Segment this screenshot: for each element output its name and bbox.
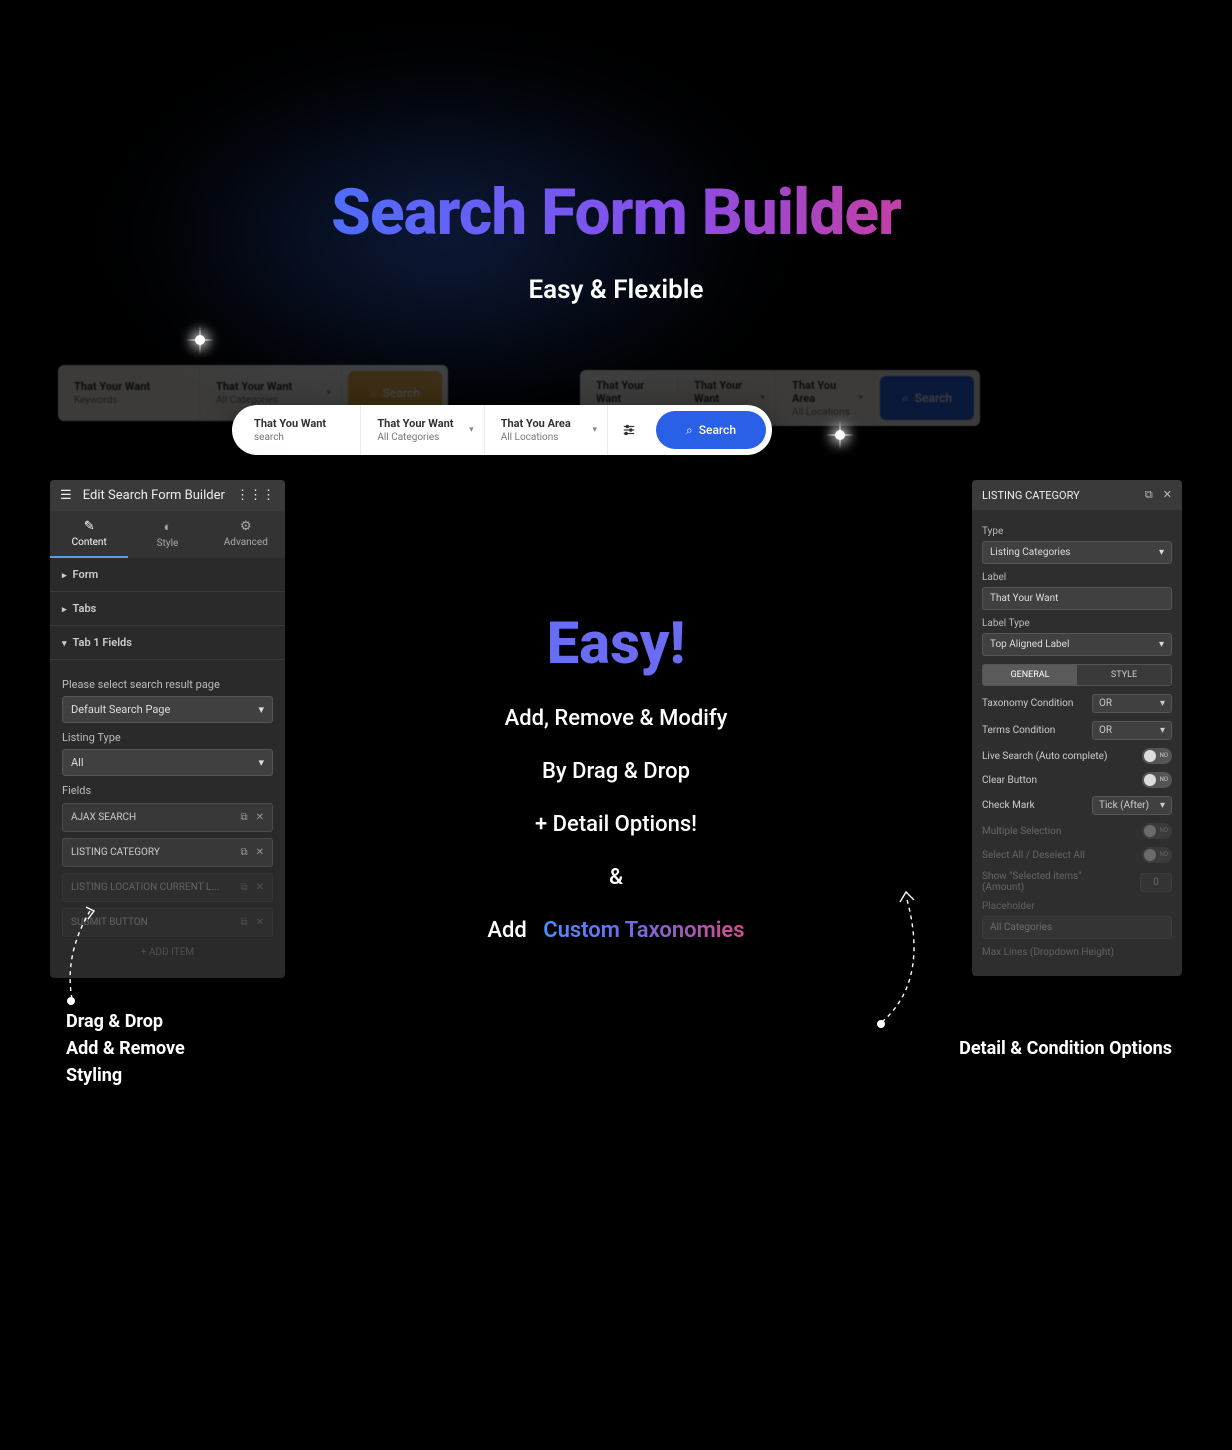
tab-style[interactable]: ◐ Style (128, 511, 206, 558)
chevron-down-icon: ▾ (1159, 639, 1164, 650)
taxonomy-condition-select[interactable]: OR ▾ (1092, 694, 1172, 713)
show-selected-label: Show "Selected items" (Amount) (982, 871, 1102, 893)
field-label: That You Area (792, 379, 857, 405)
field-label: That Your Want (377, 417, 467, 430)
category-select[interactable]: All Categories (377, 432, 467, 443)
options-panel-title: LISTING CATEGORY (982, 489, 1080, 502)
clear-button-label: Clear Button (982, 775, 1037, 786)
chevron-down-icon: ▾ (1159, 547, 1164, 558)
chevron-down-icon: ▾ (469, 425, 474, 435)
terms-condition-label: Terms Condition (982, 725, 1055, 736)
panel-title: Edit Search Form Builder (83, 488, 225, 503)
search-button-label: Search (699, 423, 736, 437)
search-button-label: Search (383, 386, 420, 400)
search-icon: ⌕ (686, 423, 693, 438)
segment-control: GENERAL STYLE (982, 664, 1172, 686)
caption-line: Drag & Drop (66, 1008, 185, 1035)
terms-condition-select[interactable]: OR ▾ (1092, 721, 1172, 740)
field-label: That Your Want (216, 380, 325, 393)
placeholder-input[interactable]: All Categories (982, 916, 1172, 939)
close-icon[interactable]: ✕ (1163, 488, 1172, 502)
field-label: That Your Want (694, 379, 759, 405)
max-lines-label: Max Lines (Dropdown Height) (982, 947, 1172, 958)
menu-icon[interactable]: ☰ (60, 488, 72, 503)
accordion-form[interactable]: Form (50, 558, 285, 592)
search-button[interactable]: ⌕ Search (656, 411, 766, 449)
hero-title: Search Form Builder (0, 175, 1232, 250)
filter-icon[interactable] (608, 405, 650, 455)
tab-label: Advanced (224, 537, 268, 548)
search-button[interactable]: ⌕ Search (880, 376, 974, 420)
tab-content[interactable]: ✎ Content (50, 511, 128, 558)
label-label: Label (982, 572, 1172, 583)
keyword-input[interactable]: search (254, 432, 344, 443)
tab-advanced[interactable]: ⚙ Advanced (207, 511, 285, 558)
select-all-toggle[interactable]: NO (1142, 847, 1172, 863)
search-bar-main: That You Want search That Your Want All … (232, 405, 772, 455)
label-type-label: Label Type (982, 618, 1172, 629)
select-value: OR (1099, 725, 1112, 736)
arrow-dot (877, 1020, 885, 1028)
caption-left: Drag & Drop Add & Remove Styling (66, 1008, 185, 1089)
chevron-down-icon: ▾ (327, 388, 332, 398)
panel-tabs: ✎ Content ◐ Style ⚙ Advanced (50, 511, 285, 558)
pencil-icon: ✎ (50, 519, 128, 534)
search-icon: ⌕ (902, 391, 909, 406)
check-mark-label: Check Mark (982, 800, 1035, 811)
select-value: Tick (After) (1099, 800, 1149, 811)
type-select[interactable]: Listing Categories ▾ (982, 541, 1172, 564)
select-value: Top Aligned Label (990, 639, 1069, 650)
copy-add-prefix: Add (487, 918, 526, 943)
chevron-down-icon: ▾ (1160, 698, 1165, 709)
field-label: That You Want (254, 417, 344, 430)
location-select[interactable]: All Locations (501, 432, 591, 443)
chevron-down-icon: ▾ (1160, 800, 1165, 811)
clear-button-toggle[interactable]: NO (1142, 772, 1172, 788)
chevron-down-icon: ▾ (859, 393, 864, 403)
copy-add-gradient: Custom Taxonomies (543, 918, 744, 943)
tab-label: Content (72, 537, 107, 548)
field-value: Keywords (74, 395, 183, 406)
type-label: Type (982, 526, 1172, 537)
live-search-toggle[interactable]: NO (1142, 748, 1172, 764)
multiple-selection-toggle[interactable]: NO (1142, 823, 1172, 839)
gear-icon: ⚙ (207, 519, 285, 534)
caption-line: Styling (66, 1062, 185, 1089)
arrow-dot (67, 997, 75, 1005)
multiple-selection-label: Multiple Selection (982, 826, 1061, 837)
caption-line: Add & Remove (66, 1035, 185, 1062)
duplicate-icon[interactable]: ⧉ (1145, 488, 1153, 502)
chevron-down-icon: ▾ (593, 425, 598, 435)
chevron-down-icon: ▾ (761, 393, 766, 403)
select-value: Listing Categories (990, 547, 1070, 558)
caption-right: Detail & Condition Options (959, 1038, 1172, 1059)
segment-style[interactable]: STYLE (1077, 665, 1171, 685)
taxonomy-condition-label: Taxonomy Condition (982, 698, 1073, 709)
search-button-label: Search (915, 391, 952, 405)
hero-subtitle: Easy & Flexible (0, 275, 1232, 305)
label-input[interactable]: That Your Want (982, 587, 1172, 610)
select-value: OR (1099, 698, 1112, 709)
field-label: That Your Want (74, 380, 183, 393)
grid-icon[interactable]: ⋮⋮⋮ (236, 488, 275, 503)
search-icon: ⌕ (370, 386, 377, 401)
live-search-label: Live Search (Auto complete) (982, 751, 1107, 762)
chevron-down-icon: ▾ (1160, 725, 1165, 736)
field-label: That Your Want (596, 379, 661, 405)
tab-label: Style (157, 538, 179, 549)
field-label: That You Area (501, 417, 591, 430)
input-value: All Categories (990, 922, 1052, 933)
show-selected-input[interactable]: 0 (1140, 873, 1172, 892)
field-value: All Locations (792, 407, 857, 418)
contrast-icon: ◐ (128, 519, 206, 535)
options-panel: LISTING CATEGORY ⧉ ✕ Type Listing Catego… (972, 480, 1182, 976)
sparkle-icon (180, 320, 220, 360)
check-mark-select[interactable]: Tick (After) ▾ (1092, 796, 1172, 815)
label-type-select[interactable]: Top Aligned Label ▾ (982, 633, 1172, 656)
placeholder-label: Placeholder (982, 901, 1172, 912)
select-all-label: Select All / Deselect All (982, 850, 1085, 861)
segment-general[interactable]: GENERAL (983, 665, 1077, 685)
input-value: That Your Want (990, 593, 1058, 604)
